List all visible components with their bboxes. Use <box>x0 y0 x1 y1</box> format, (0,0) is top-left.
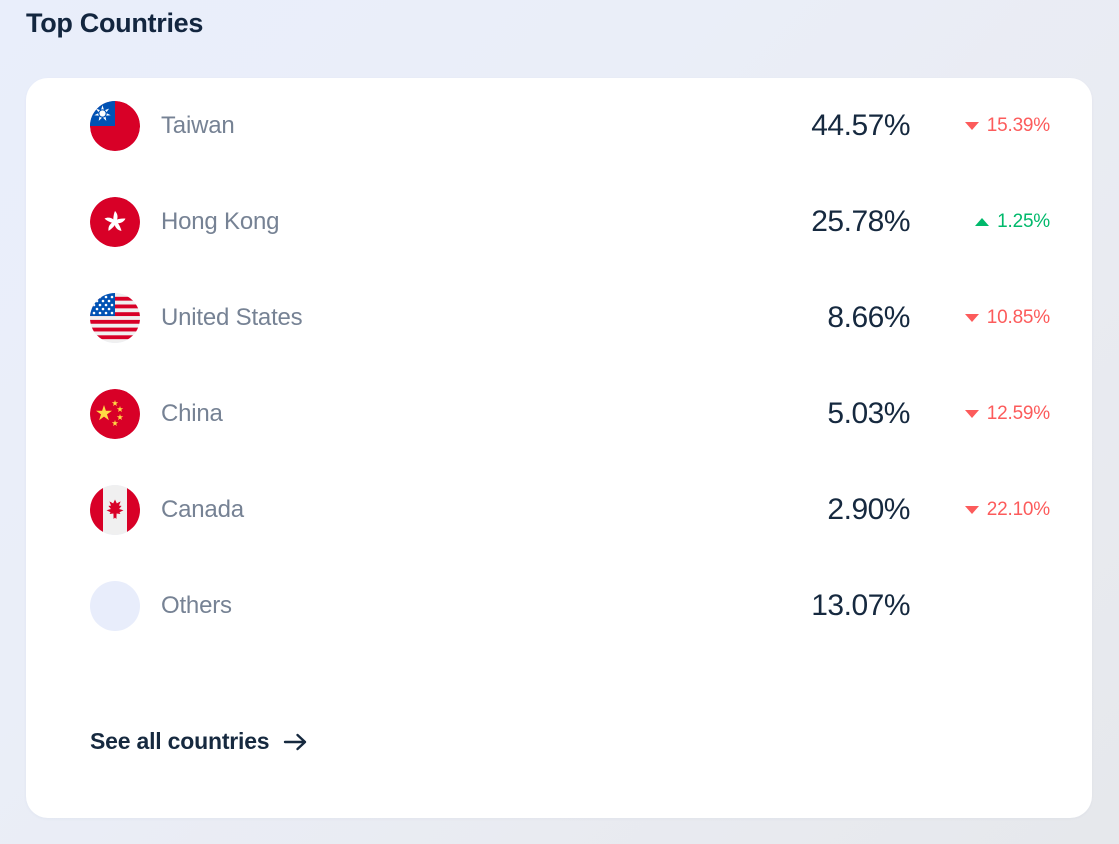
canada-flag-icon <box>90 485 140 535</box>
country-delta-value: 22.10% <box>986 499 1050 520</box>
see-all-countries-link[interactable]: See all countries <box>90 728 309 755</box>
triangle-down-icon <box>964 314 979 322</box>
united-states-flag-icon <box>90 293 140 343</box>
triangle-up-icon <box>975 218 990 226</box>
table-row[interactable]: Others 13.07% <box>26 558 1092 654</box>
taiwan-flag-icon <box>90 101 140 151</box>
country-delta: 22.10% <box>930 499 1050 521</box>
country-name: Taiwan <box>161 112 235 139</box>
country-name: United States <box>161 304 303 331</box>
country-name: Canada <box>161 496 244 523</box>
country-delta-value: 12.59% <box>986 403 1050 424</box>
china-flag-icon <box>90 389 140 439</box>
country-delta-value: 15.39% <box>986 115 1050 136</box>
country-share-value: 13.07% <box>811 589 910 622</box>
see-all-countries-label: See all countries <box>90 728 270 754</box>
triangle-down-icon <box>964 506 979 514</box>
country-share-value: 2.90% <box>827 493 910 526</box>
country-share-value: 44.57% <box>811 109 910 142</box>
triangle-down-icon <box>964 410 979 418</box>
country-share-value: 8.66% <box>827 301 910 334</box>
table-row[interactable]: Taiwan 44.57% 15.39% <box>26 78 1092 174</box>
country-name: China <box>161 400 223 427</box>
country-list: Taiwan 44.57% 15.39% Hong Kong 25.78% 1.… <box>26 78 1092 654</box>
country-delta: 12.59% <box>930 403 1050 425</box>
top-countries-card: Taiwan 44.57% 15.39% Hong Kong 25.78% 1.… <box>26 78 1092 818</box>
triangle-down-icon <box>964 122 979 130</box>
others-placeholder-icon <box>90 581 140 631</box>
country-delta-value: 10.85% <box>986 307 1050 328</box>
hong-kong-flag-icon <box>90 197 140 247</box>
table-row[interactable]: Hong Kong 25.78% 1.25% <box>26 174 1092 270</box>
table-row[interactable]: Canada 2.90% 22.10% <box>26 462 1092 558</box>
country-delta: 15.39% <box>930 115 1050 137</box>
country-delta: 10.85% <box>930 307 1050 329</box>
country-share-value: 25.78% <box>811 205 910 238</box>
table-row[interactable]: United States 8.66% 10.85% <box>26 270 1092 366</box>
page-title: Top Countries <box>26 8 204 38</box>
country-delta-value: 1.25% <box>997 211 1050 232</box>
country-delta: 1.25% <box>930 211 1050 233</box>
country-name: Hong Kong <box>161 208 280 235</box>
country-name: Others <box>161 592 232 619</box>
country-share-value: 5.03% <box>827 397 910 430</box>
arrow-right-icon <box>283 732 309 752</box>
table-row[interactable]: China 5.03% 12.59% <box>26 366 1092 462</box>
